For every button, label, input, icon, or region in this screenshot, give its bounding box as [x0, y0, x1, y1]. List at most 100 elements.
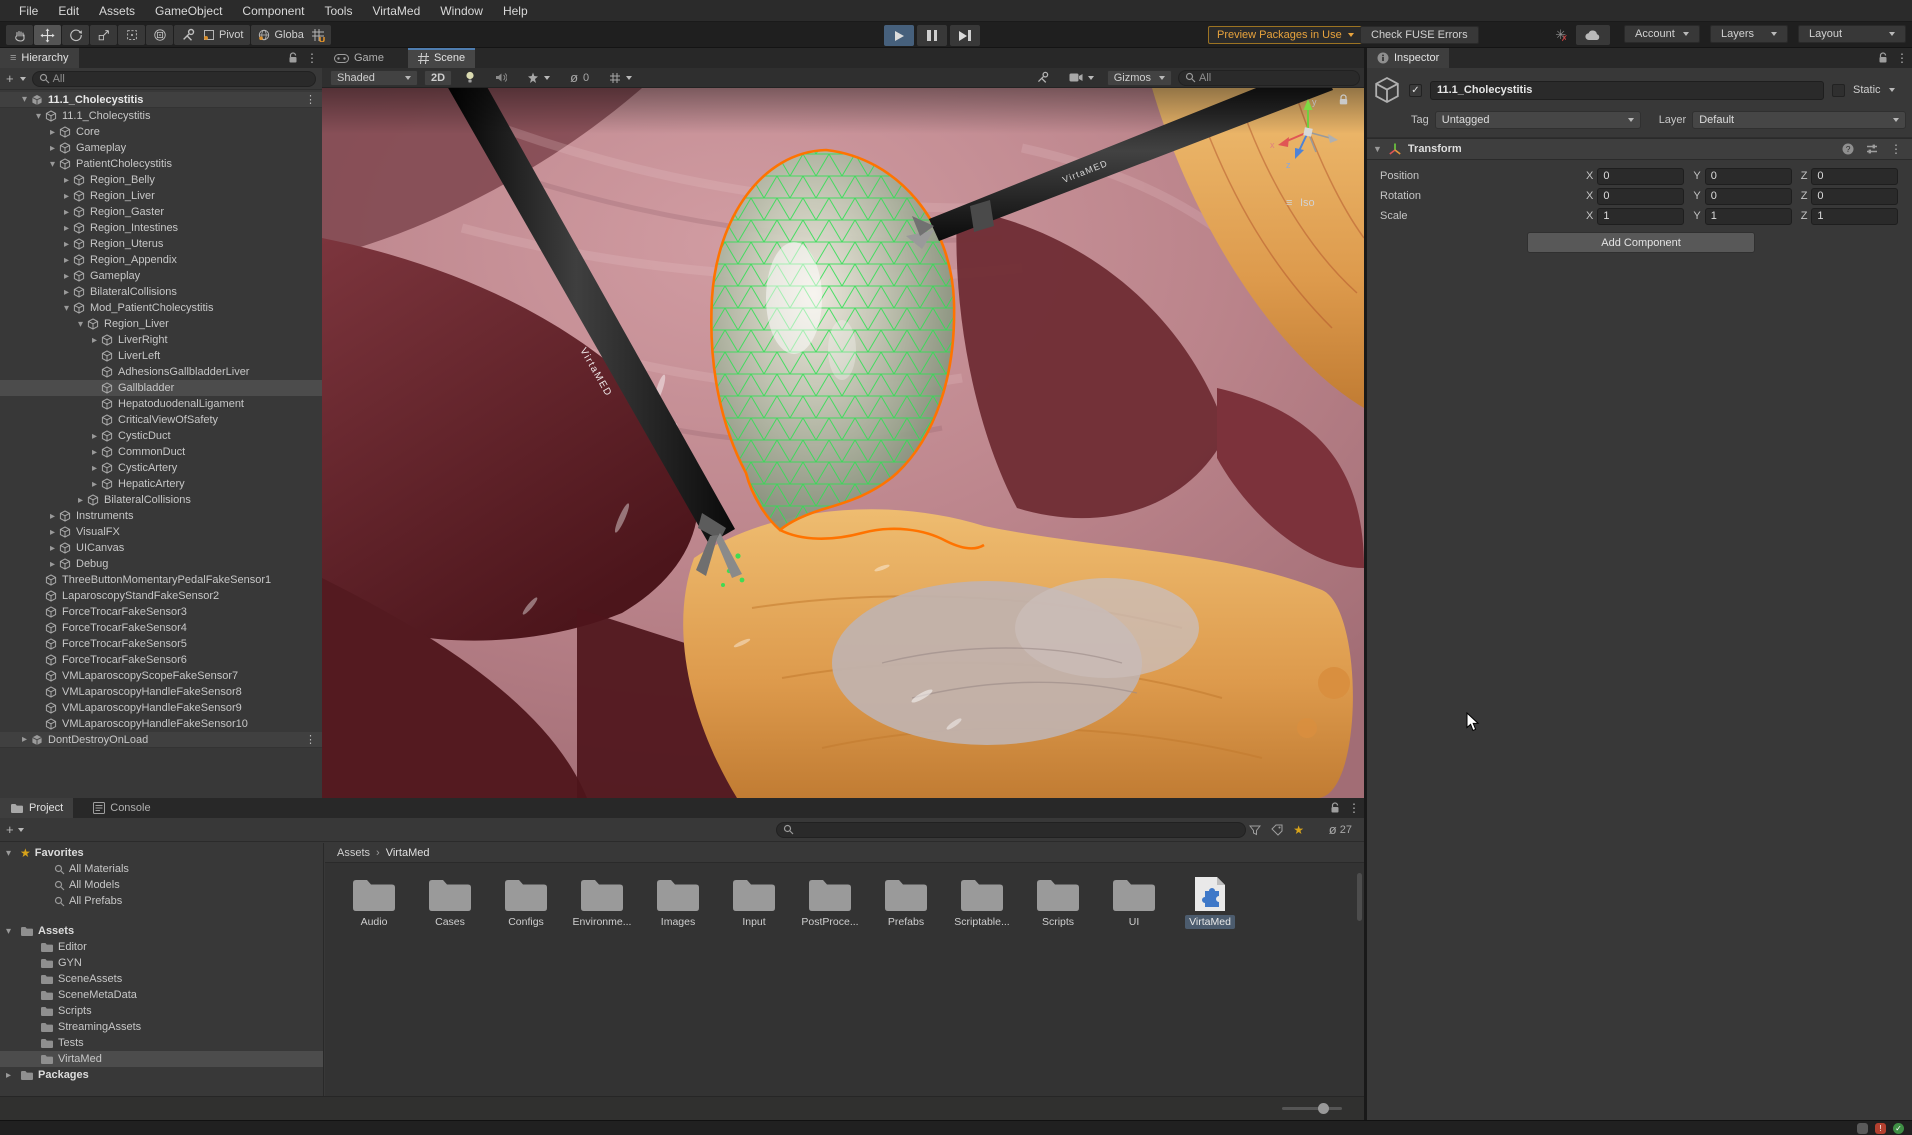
transform-tool-button[interactable] [146, 25, 173, 45]
expander-closed-icon[interactable]: ▸ [46, 527, 59, 538]
expander-closed-icon[interactable]: ▸ [60, 271, 73, 282]
hierarchy-row[interactable]: VMLaparoscopyHandleFakeSensor9 [0, 700, 322, 716]
tag-dropdown[interactable]: Untagged [1435, 111, 1641, 129]
account-dropdown[interactable]: Account [1624, 25, 1700, 43]
play-button[interactable] [884, 25, 914, 46]
hierarchy-row[interactable]: ▸CysticArtery [0, 460, 322, 476]
hierarchy-row[interactable]: ForceTrocarFakeSensor4 [0, 620, 322, 636]
expander-open-icon[interactable]: ▾ [74, 319, 87, 330]
kebab-menu-icon[interactable]: ⋮ [1348, 801, 1360, 815]
tree-assets-root[interactable]: ▾Assets [0, 923, 323, 939]
hierarchy-row[interactable]: ▸Region_Uterus [0, 236, 322, 252]
position-z-field[interactable]: 0 [1811, 168, 1898, 185]
move-tool-button[interactable] [34, 25, 61, 45]
fuse-status-icon[interactable]: ✳✗ [1548, 25, 1575, 45]
scale-tool-button[interactable] [90, 25, 117, 45]
asset-environme[interactable]: Environme... [564, 871, 640, 929]
object-name-field[interactable]: 11.1_Cholecystitis [1430, 81, 1824, 100]
project-hidden-count[interactable]: ø 27 [1329, 822, 1352, 837]
active-checkbox[interactable]: ✓ [1409, 84, 1422, 97]
scale-z-field[interactable]: 1 [1811, 208, 1898, 225]
rotation-z-field[interactable]: 0 [1811, 188, 1898, 205]
chevron-down-icon[interactable] [18, 828, 24, 832]
asset-audio[interactable]: Audio [336, 871, 412, 929]
foldout-open-icon[interactable]: ▼ [1373, 144, 1382, 154]
rotate-tool-button[interactable] [62, 25, 89, 45]
expander-closed-icon[interactable]: ▸ [88, 431, 101, 442]
hierarchy-row[interactable]: ▸CommonDuct [0, 444, 322, 460]
saved-search-star-icon[interactable]: ★ [1293, 825, 1304, 835]
hierarchy-row[interactable]: ▸Region_Intestines [0, 220, 322, 236]
add-gameobject-button[interactable]: + [6, 74, 14, 84]
status-ok-icon[interactable]: ✓ [1893, 1123, 1904, 1134]
tree-scripts[interactable]: Scripts [0, 1003, 323, 1019]
expander-closed-icon[interactable]: ▸ [88, 479, 101, 490]
layout-dropdown[interactable]: Layout [1798, 25, 1906, 43]
hierarchy-row[interactable]: ForceTrocarFakeSensor3 [0, 604, 322, 620]
tree-scenemetadata[interactable]: SceneMetaData [0, 987, 323, 1003]
pause-button[interactable] [917, 25, 947, 46]
kebab-menu-icon[interactable]: ⋮ [1896, 51, 1908, 65]
expander-closed-icon[interactable]: ▸ [46, 543, 59, 554]
hierarchy-row[interactable]: VMLaparoscopyScopeFakeSensor7 [0, 668, 322, 684]
hierarchy-row[interactable]: ForceTrocarFakeSensor6 [0, 652, 322, 668]
hierarchy-search-input[interactable]: All [32, 71, 316, 87]
hierarchy-row[interactable]: ▸Region_Appendix [0, 252, 322, 268]
scene-camera-dropdown[interactable] [1062, 70, 1101, 86]
asset-virtamed[interactable]: VirtaMed [1172, 871, 1248, 929]
hierarchy-row[interactable]: ▸CysticDuct [0, 428, 322, 444]
lock-icon[interactable] [288, 52, 298, 64]
tab-project[interactable]: Project [0, 798, 73, 818]
tab-hierarchy[interactable]: ≡ Hierarchy [0, 48, 79, 68]
hierarchy-row[interactable]: ▸Debug [0, 556, 322, 572]
kebab-menu-icon[interactable]: ⋮ [1890, 142, 1902, 156]
expander-open-icon[interactable]: ▾ [32, 111, 45, 122]
transform-component-header[interactable]: ▼ Transform ? ⋮ [1367, 138, 1912, 160]
rotation-x-field[interactable]: 0 [1597, 188, 1684, 205]
tree-all-models[interactable]: All Models [0, 877, 323, 893]
asset-scriptable[interactable]: Scriptable... [944, 871, 1020, 929]
check-fuse-errors-button[interactable]: Check FUSE Errors [1360, 26, 1479, 44]
hierarchy-row[interactable]: ▸BilateralCollisions [0, 284, 322, 300]
hierarchy-row[interactable]: ThreeButtonMomentaryPedalFakeSensor1 [0, 572, 322, 588]
scale-x-field[interactable]: 1 [1597, 208, 1684, 225]
asset-input[interactable]: Input [716, 871, 792, 929]
breadcrumb-assets[interactable]: Assets [337, 847, 370, 859]
2d-toggle[interactable]: 2D [424, 70, 452, 86]
pivot-toggle[interactable]: Pivot [196, 25, 250, 45]
menu-edit[interactable]: Edit [49, 2, 88, 20]
hierarchy-row[interactable]: ▸Gameplay [0, 140, 322, 156]
tab-scene[interactable]: Scene [408, 48, 475, 68]
add-component-button[interactable]: Add Component [1527, 232, 1755, 253]
expander-closed-icon[interactable]: ▸ [88, 335, 101, 346]
kebab-menu-icon[interactable]: ⋮ [305, 93, 316, 106]
tab-inspector[interactable]: Inspector [1367, 48, 1449, 68]
hierarchy-scene-row[interactable]: ▸DontDestroyOnLoad⋮ [0, 732, 322, 748]
gizmos-dropdown[interactable]: Gizmos [1107, 70, 1172, 86]
scene-tools-button[interactable] [1029, 70, 1056, 86]
expander-open-icon[interactable]: ▾ [46, 159, 59, 170]
hierarchy-row[interactable]: ▾PatientCholecystitis [0, 156, 322, 172]
hierarchy-row[interactable]: HepatoduodenalLigament [0, 396, 322, 412]
expander-icon[interactable]: ▸ [6, 1070, 16, 1081]
position-x-field[interactable]: 0 [1597, 168, 1684, 185]
lock-icon[interactable] [1878, 52, 1888, 64]
grid-scrollbar[interactable] [1357, 873, 1362, 921]
expander-icon[interactable]: ▾ [6, 848, 16, 859]
hierarchy-scene-row[interactable]: ▾11.1_Cholecystitis⋮ [0, 92, 322, 108]
tree-editor[interactable]: Editor [0, 939, 323, 955]
expander-closed-icon[interactable]: ▸ [60, 207, 73, 218]
tab-console[interactable]: Console [83, 798, 160, 818]
scale-y-field[interactable]: 1 [1705, 208, 1792, 225]
scene-effects-dropdown[interactable] [520, 70, 557, 86]
scene-search-input[interactable]: All [1178, 70, 1360, 86]
project-search-input[interactable] [776, 822, 1246, 838]
chevron-down-icon[interactable] [20, 77, 26, 81]
tree-packages[interactable]: ▸Packages [0, 1067, 323, 1083]
expander-open-icon[interactable]: ▾ [18, 94, 31, 105]
hierarchy-row[interactable]: ▸Gameplay [0, 268, 322, 284]
search-by-label-icon[interactable] [1271, 824, 1283, 836]
tree-gyn[interactable]: GYN [0, 955, 323, 971]
preview-packages-dropdown[interactable]: Preview Packages in Use [1208, 26, 1363, 44]
hierarchy-row[interactable]: ▾Region_Liver [0, 316, 322, 332]
